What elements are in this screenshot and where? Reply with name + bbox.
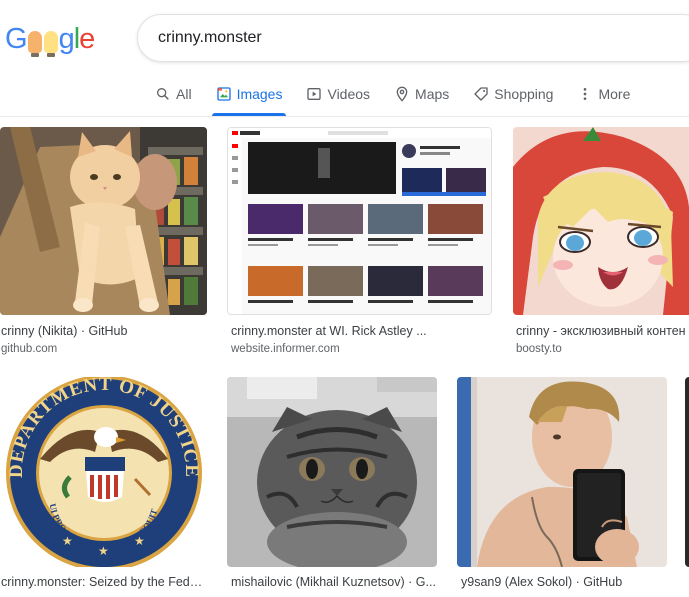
tab-maps-label: Maps <box>415 86 450 102</box>
search-tabs: All Images Videos Maps Shopping More <box>155 80 654 116</box>
tab-shopping[interactable]: Shopping <box>473 80 553 108</box>
result-source: website.informer.com <box>231 343 340 355</box>
tab-images[interactable]: Images <box>211 80 287 116</box>
result-title[interactable]: crinny - эксклюзивный контен <box>516 324 689 338</box>
lightbulb-icon <box>43 31 58 57</box>
tab-images-label: Images <box>236 86 283 102</box>
image-icon <box>216 87 231 101</box>
doj-seal-image: DEPARTMENT OF JUSTICE QUI PRO DOMINA JUS… <box>0 377 202 567</box>
tab-more[interactable]: More <box>577 80 630 108</box>
result-title[interactable]: crinny.monster: Seized by the Fede... <box>1 575 206 589</box>
star-icon: ★ <box>62 534 73 548</box>
result-thumbnail[interactable]: DEPARTMENT OF JUSTICE QUI PRO DOMINA JUS… <box>0 377 207 567</box>
selfie-image <box>457 377 667 567</box>
tab-all-label: All <box>176 86 192 102</box>
map-pin-icon <box>396 86 408 102</box>
star-icon: ★ <box>98 544 109 558</box>
tab-videos[interactable]: Videos <box>306 80 370 108</box>
result-thumbnail[interactable] <box>0 127 207 315</box>
result-title[interactable]: crinny.monster at WI. Rick Astley ... <box>231 324 491 338</box>
youtube-screenshot-image <box>228 128 491 314</box>
logo-letter-g: G <box>5 23 28 55</box>
result-thumbnail[interactable] <box>513 127 689 315</box>
more-vert-icon <box>584 88 587 100</box>
result-thumbnail[interactable] <box>457 377 667 567</box>
tab-all[interactable]: All <box>155 80 192 108</box>
result-source: boosty.to <box>516 343 562 355</box>
result-title[interactable]: y9san9 (Alex Sokol) · GitHub <box>461 575 666 589</box>
tab-more-label: More <box>598 86 631 102</box>
result-thumbnail[interactable] <box>227 127 492 315</box>
result-thumbnail-partial[interactable] <box>685 377 689 567</box>
lightbulb-icon <box>27 31 42 57</box>
anime-girl-image <box>513 127 689 315</box>
result-title[interactable]: mishailovic (Mikhail Kuznetsov) · G... <box>231 575 436 589</box>
search-icon <box>157 88 169 100</box>
logo-letter-g2: g <box>58 23 75 55</box>
grey-cat-image <box>227 377 437 567</box>
header-divider <box>0 116 689 117</box>
play-icon <box>307 88 322 100</box>
tag-icon <box>474 87 488 101</box>
tab-videos-label: Videos <box>327 86 371 102</box>
search-box[interactable] <box>137 14 689 62</box>
result-source: github.com <box>1 343 58 355</box>
search-input[interactable] <box>158 29 689 47</box>
star-icon: ★ <box>134 534 145 548</box>
logo-letter-e: e <box>79 23 95 55</box>
result-thumbnail[interactable] <box>227 377 437 567</box>
google-logo[interactable]: G g l e <box>5 22 95 57</box>
result-title[interactable]: crinny (Nikita) · GitHub <box>1 324 206 338</box>
tab-shopping-label: Shopping <box>494 86 554 102</box>
cat-in-bag-image <box>0 127 207 315</box>
tab-maps[interactable]: Maps <box>394 80 449 108</box>
